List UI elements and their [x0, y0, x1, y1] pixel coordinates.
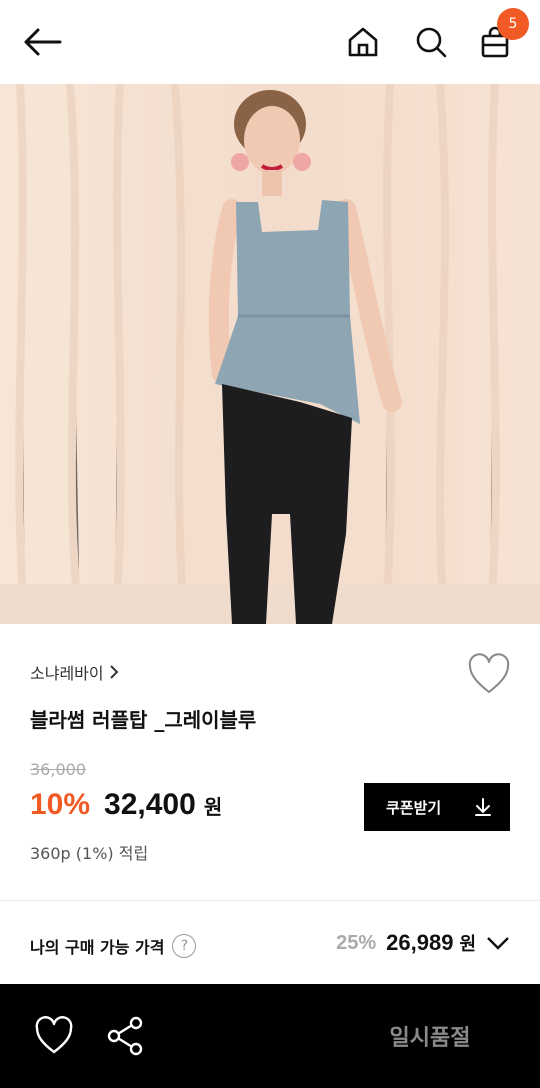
my-price-toggle[interactable]: 25% 26,989 원 [336, 930, 510, 956]
my-price-currency: 원 [459, 934, 476, 955]
heart-outline-icon [468, 653, 510, 693]
search-button[interactable] [408, 20, 454, 64]
original-price: 36,000 [30, 760, 86, 779]
product-image[interactable] [0, 84, 540, 624]
share-button[interactable] [104, 1014, 148, 1058]
product-title: 블라썸 러플탑 _그레이블루 [30, 708, 257, 732]
my-price-rate: 25% [336, 931, 377, 954]
bottom-action-bar: 일시품절 [0, 984, 540, 1088]
bottom-wishlist-button[interactable] [32, 1014, 76, 1058]
back-button[interactable] [18, 22, 66, 62]
section-divider [0, 900, 540, 901]
back-arrow-icon [24, 28, 62, 56]
top-app-bar: 5 [0, 0, 540, 84]
brand-name: 소냐레바이 [30, 664, 104, 683]
home-button[interactable] [340, 20, 386, 64]
wishlist-button[interactable] [466, 652, 512, 696]
home-icon [348, 27, 378, 57]
my-price-label-group: 나의 구매 가능 가격 ? [30, 934, 197, 958]
search-icon [416, 27, 447, 58]
price-row: 10% 32,400 원 [30, 788, 222, 822]
coupon-button-label: 쿠폰받기 [386, 798, 442, 817]
brand-link[interactable]: 소냐레바이 [30, 660, 120, 684]
reward-points: 360p (1%) 적립 [30, 844, 149, 863]
currency-unit: 원 [203, 795, 223, 819]
discount-rate: 10% [30, 788, 91, 821]
sale-price: 32,400 [104, 788, 196, 821]
heart-outline-icon [35, 1016, 73, 1054]
help-icon[interactable]: ? [172, 934, 197, 958]
my-price-value: 26,989 [386, 930, 454, 955]
chevron-down-icon [487, 937, 509, 950]
chevron-right-icon [109, 665, 119, 679]
share-icon [107, 1016, 143, 1056]
sold-out-status: 일시품절 [389, 1026, 471, 1051]
download-icon [475, 798, 491, 816]
product-photo-illustration [0, 84, 540, 624]
my-price-label: 나의 구매 가능 가격 [30, 938, 165, 957]
cart-count-badge: 5 [497, 8, 529, 40]
coupon-button[interactable]: 쿠폰받기 [364, 783, 510, 831]
